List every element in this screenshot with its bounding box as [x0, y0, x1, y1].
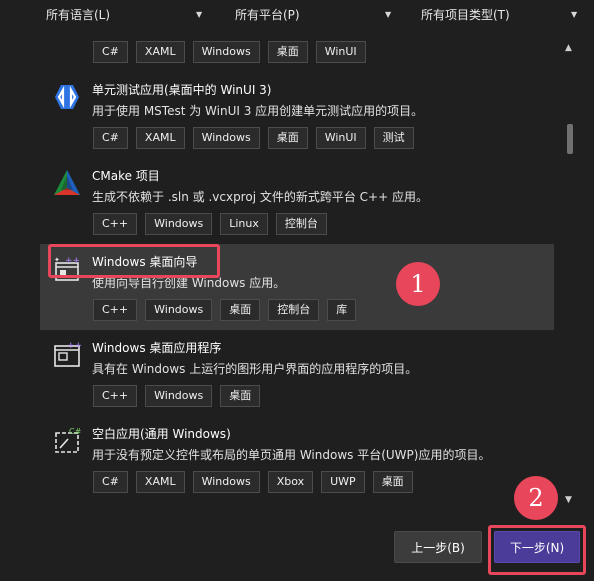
tag: 桌面 — [372, 471, 413, 493]
tag-list: C++ Windows 桌面 控制台 库 — [93, 299, 357, 321]
tag: Windows — [192, 471, 260, 493]
tag: WinUI — [315, 127, 366, 149]
tag: Windows — [145, 213, 213, 235]
template-item-cmake-project[interactable]: CMake 项目 生成不依赖于 .sln 或 .vcxproj 文件的新式跨平台… — [40, 158, 554, 244]
platform-filter-dropdown[interactable]: 所有平台(P) ▼ — [235, 5, 395, 25]
tag: C++ — [93, 213, 138, 235]
scrollbar-thumb[interactable] — [567, 124, 573, 154]
back-button[interactable]: 上一步(B) — [394, 531, 482, 563]
tag: 测试 — [373, 127, 414, 149]
tag: C# — [93, 471, 128, 493]
tag: Windows — [192, 127, 260, 149]
template-title: 空白应用(通用 Windows) — [92, 427, 231, 441]
tag: XAML — [135, 127, 185, 149]
svg-text:C#: C# — [69, 427, 82, 436]
highlight-box-next-button — [488, 525, 586, 575]
tag: C++ — [93, 385, 138, 407]
winui-icon — [52, 82, 82, 112]
tag: XAML — [135, 471, 185, 493]
tag: Linux — [220, 213, 268, 235]
tag-list: C# XAML Windows Xbox UWP 桌面 — [93, 471, 413, 493]
tag-list: C# XAML Windows 桌面 WinUI — [93, 41, 366, 63]
project-type-filter-dropdown[interactable]: 所有项目类型(T) ▼ — [421, 5, 581, 25]
tag: 桌面 — [220, 299, 261, 321]
template-item-blank-uwp-app[interactable]: C# 空白应用(通用 Windows) 用于没有预定义控件或布局的单页通用 Wi… — [40, 416, 554, 502]
tag: 控制台 — [275, 213, 327, 235]
highlight-box-wizard-title — [48, 244, 220, 278]
tag: XAML — [135, 41, 185, 63]
step-badge-1: 1 — [396, 262, 440, 306]
tag: C++ — [93, 299, 138, 321]
language-filter-dropdown[interactable]: 所有语言(L) ▼ — [46, 5, 206, 25]
template-title: 单元测试应用(桌面中的 WinUI 3) — [92, 83, 272, 97]
template-description: 具有在 Windows 上运行的图形用户界面的应用程序的项目。 — [92, 362, 418, 376]
template-item-winui-partial[interactable]: C# XAML Windows 桌面 WinUI — [40, 40, 554, 72]
tag: Windows — [145, 299, 213, 321]
tag: C# — [93, 41, 128, 63]
template-title: Windows 桌面应用程序 — [92, 341, 222, 355]
scroll-down-arrow-icon[interactable]: ▼ — [565, 495, 572, 505]
tag: WinUI — [315, 41, 366, 63]
tag: UWP — [321, 471, 365, 493]
desktop-app-icon: ++ — [52, 340, 82, 370]
tag: 桌面 — [220, 385, 261, 407]
platform-filter-label: 所有平台(P) — [235, 8, 300, 22]
chevron-down-icon: ▼ — [385, 10, 392, 19]
template-description: 用于使用 MSTest 为 WinUI 3 应用创建单元测试应用的项目。 — [92, 104, 424, 118]
tag-list: C# XAML Windows 桌面 WinUI 测试 — [93, 127, 414, 149]
tag-list: C++ Windows Linux 控制台 — [93, 213, 327, 235]
tag: Xbox — [267, 471, 314, 493]
template-description: 生成不依赖于 .sln 或 .vcxproj 文件的新式跨平台 C++ 应用。 — [92, 190, 428, 204]
chevron-down-icon: ▼ — [196, 10, 203, 19]
uwp-icon: C# — [52, 426, 82, 456]
project-type-filter-label: 所有项目类型(T) — [421, 8, 510, 22]
tag: 桌面 — [267, 41, 308, 63]
language-filter-label: 所有语言(L) — [46, 8, 111, 22]
template-item-windows-desktop-app[interactable]: ++ Windows 桌面应用程序 具有在 Windows 上运行的图形用户界面… — [40, 330, 554, 416]
chevron-down-icon: ▼ — [571, 10, 578, 19]
step-badge-2: 2 — [514, 476, 558, 520]
tag: 控制台 — [268, 299, 320, 321]
filter-bar: 所有语言(L) ▼ 所有平台(P) ▼ 所有项目类型(T) ▼ — [0, 0, 594, 30]
scroll-up-arrow-icon[interactable]: ▲ — [565, 43, 572, 53]
tag: 库 — [327, 299, 357, 321]
template-title: CMake 项目 — [92, 169, 160, 183]
list-scrollbar[interactable]: ▲ ▼ — [562, 40, 578, 508]
tag: Windows — [192, 41, 260, 63]
cmake-icon — [52, 168, 82, 198]
tag: Windows — [145, 385, 213, 407]
tag-list: C++ Windows 桌面 — [93, 385, 261, 407]
tag: C# — [93, 127, 128, 149]
template-item-unit-test-winui[interactable]: 单元测试应用(桌面中的 WinUI 3) 用于使用 MSTest 为 WinUI… — [40, 72, 554, 158]
tag: 桌面 — [267, 127, 308, 149]
template-description: 用于没有预定义控件或布局的单页通用 Windows 平台(UWP)应用的项目。 — [92, 448, 491, 462]
svg-text:++: ++ — [67, 341, 82, 351]
